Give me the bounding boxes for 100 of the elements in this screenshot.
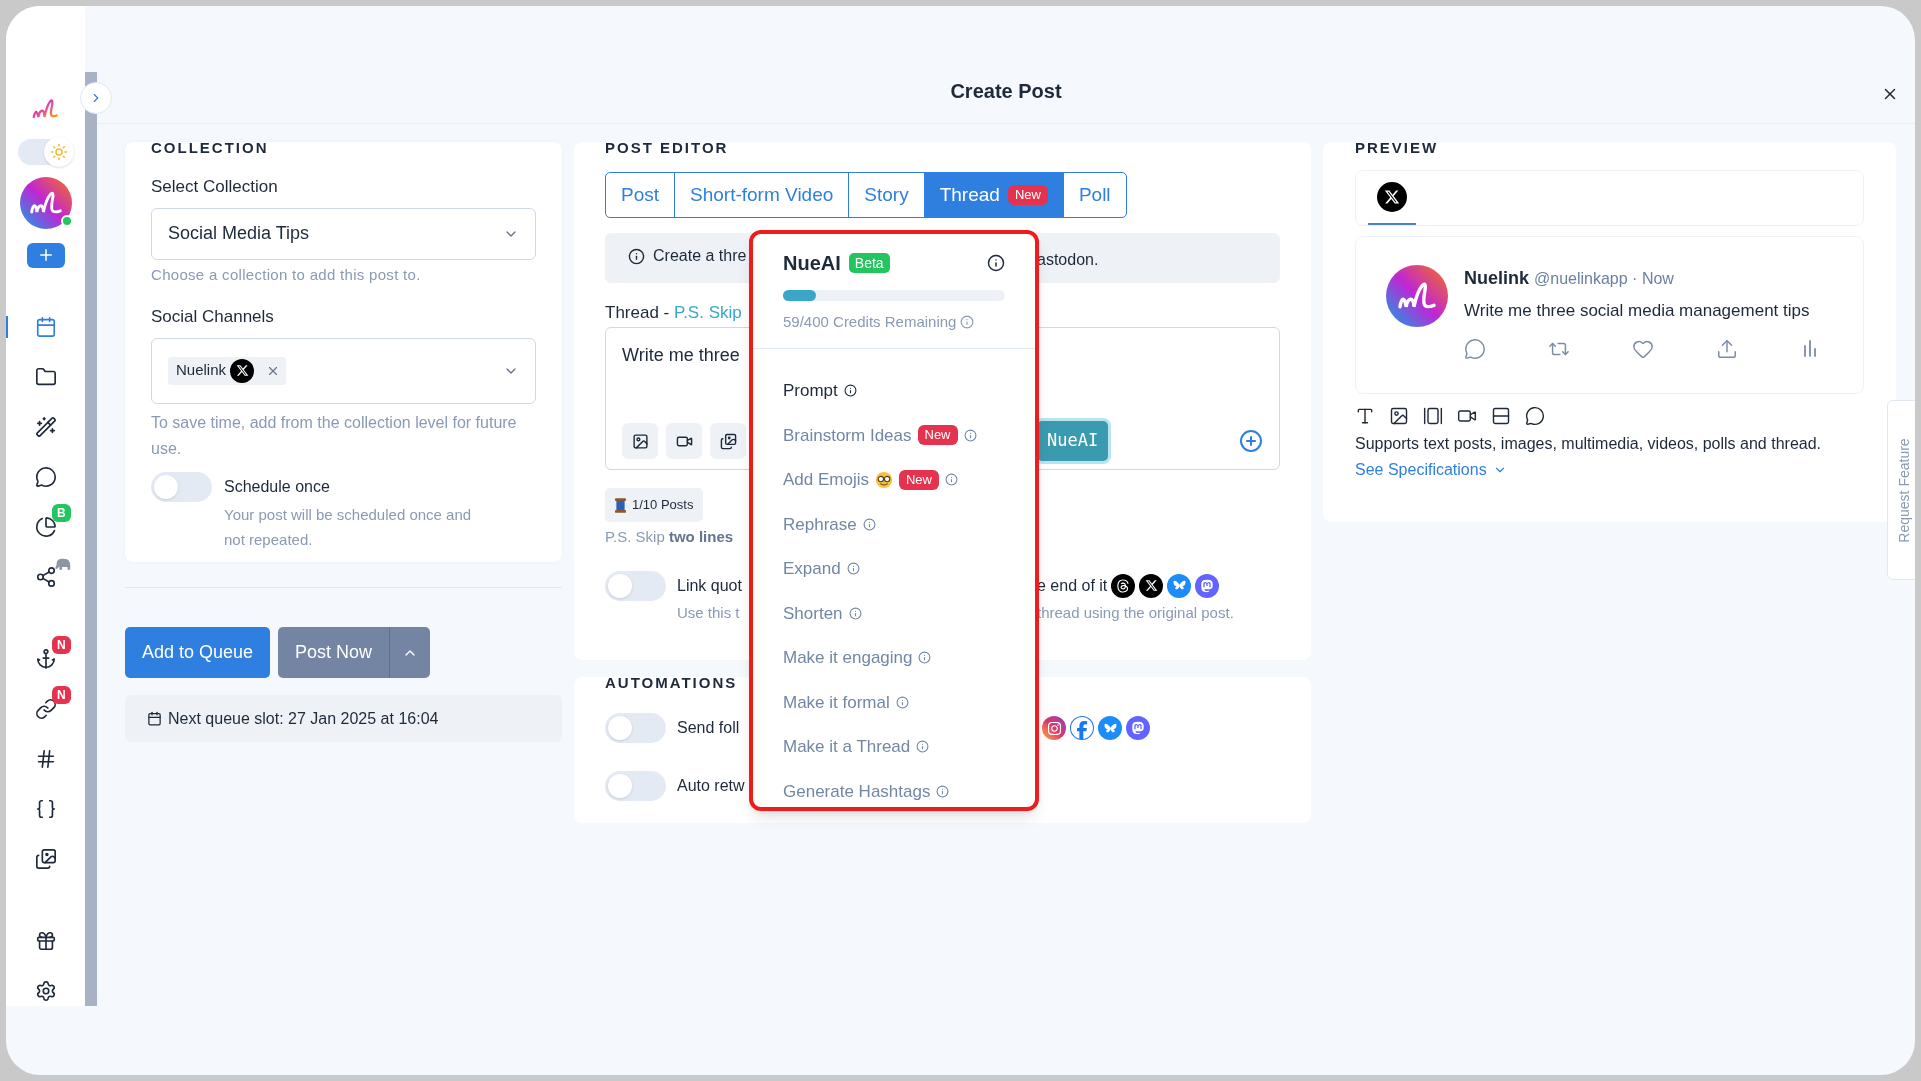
request-feature-tab[interactable]: Request Feature	[1887, 400, 1915, 580]
info-text: astodon.	[1037, 249, 1099, 270]
sidebar-icon	[34, 316, 57, 338]
media-icon	[631, 432, 649, 450]
post-type-tab[interactable]: Post	[605, 172, 676, 218]
post-type-tab[interactable]: Poll	[1062, 172, 1127, 218]
calendar-icon	[147, 711, 162, 726]
toggle-description: Use this t	[677, 603, 740, 621]
butterfly-icon	[1098, 716, 1122, 740]
toggle-label: Auto retw	[677, 777, 745, 794]
specifications-link[interactable]: See Specifications	[1355, 458, 1487, 482]
sidebar-badge: N	[52, 686, 71, 704]
field-hint: Choose a collection to add this post to.	[151, 264, 422, 285]
info-icon[interactable]	[987, 254, 1005, 272]
sidebar-icon	[34, 566, 57, 588]
next-slot-text: Next queue slot: 27 Jan 2025 at 16:04	[168, 708, 439, 729]
channels-select[interactable]: Nuelink	[151, 337, 536, 404]
sidebar-icon	[34, 798, 57, 820]
media-button[interactable]	[710, 423, 746, 459]
menu-item[interactable]: Rephrase	[779, 502, 1009, 547]
menu-item[interactable]: Generate Hashtags	[779, 769, 1009, 814]
info-icon	[960, 315, 975, 330]
format-icon	[1491, 406, 1511, 426]
x-logo-icon	[1377, 182, 1407, 212]
chip-label: Nuelink	[176, 360, 227, 381]
media-button[interactable]	[666, 423, 702, 459]
toggle-switch[interactable]	[605, 713, 666, 743]
post-type-tab[interactable]: Thread New	[923, 172, 1064, 218]
menu-item[interactable]: Make it formal	[779, 680, 1009, 725]
collection-select[interactable]: Social Media Tips	[151, 207, 536, 260]
menu-item[interactable]: Expand	[779, 546, 1009, 591]
format-icon	[1525, 406, 1545, 426]
menu-item[interactable]: Shorten	[779, 591, 1009, 636]
skip-link[interactable]: P.S. Skip	[674, 303, 742, 323]
butterfly-icon	[1167, 573, 1192, 598]
sidebar-icon	[34, 416, 57, 438]
new-badge: New	[899, 469, 939, 490]
add-post-icon[interactable]	[1239, 429, 1263, 453]
toggle-description: Your post will be scheduled once and not repeated.	[224, 504, 473, 550]
info-icon	[916, 740, 930, 754]
info-icon	[628, 247, 645, 265]
post-type-tab[interactable]: Story	[848, 172, 925, 218]
section-heading: POST EDITOR	[605, 140, 730, 156]
sidebar-icon	[34, 516, 57, 538]
new-post-button[interactable]	[26, 242, 65, 268]
x-logo-icon	[230, 358, 255, 383]
toggle-label: Schedule once	[224, 476, 331, 497]
info-icon	[963, 428, 977, 442]
post-now-button[interactable]: Post Now	[278, 627, 391, 678]
section-heading: AUTOMATIONS	[605, 675, 738, 691]
theme-toggle[interactable]	[17, 138, 74, 165]
info-icon	[895, 695, 909, 709]
info-icon	[862, 517, 876, 531]
menu-item[interactable]: Make it a Thread	[779, 724, 1009, 769]
menu-item[interactable]: Make it engaging	[779, 635, 1009, 680]
add-to-queue-button[interactable]: Add to Queue	[125, 627, 271, 678]
info-icon	[918, 651, 932, 665]
menu-title: NueAI	[783, 251, 841, 276]
sidebar-icon	[34, 366, 57, 388]
field-hint: To save time, add from the collection level for future use.	[151, 412, 518, 459]
sidebar-icon	[34, 848, 57, 870]
mastodon-icon	[1126, 716, 1150, 740]
share-icon[interactable]	[1716, 337, 1738, 360]
toggle-switch[interactable]	[605, 771, 666, 801]
field-label: Social Channels	[151, 306, 275, 328]
field-label: Select Collection	[151, 176, 279, 198]
media-button[interactable]	[622, 423, 658, 459]
tweet-handle: @nuelinkapp · Now	[1534, 269, 1674, 289]
info-text: Create a thre	[653, 246, 747, 267]
sidebar-icon	[34, 980, 57, 1002]
toggle-switch[interactable]	[151, 471, 212, 502]
tweet-author: Nuelink	[1464, 267, 1529, 290]
toggle-label: Link quot	[677, 576, 742, 594]
profile-avatar	[19, 176, 72, 229]
reply-icon[interactable]	[1464, 337, 1486, 360]
info-icon	[848, 606, 862, 620]
beta-badge: Beta	[848, 253, 890, 273]
facebook-icon	[1070, 716, 1094, 740]
format-icon	[1423, 406, 1443, 426]
sidebar-icon	[34, 930, 57, 952]
new-badge: New	[1007, 185, 1048, 205]
toggle-switch[interactable]	[605, 570, 666, 601]
post-options-button[interactable]	[390, 627, 431, 678]
menu-item[interactable]: Prompt	[779, 368, 1009, 413]
post-type-tab[interactable]: Short-form Video	[674, 172, 850, 218]
info-icon	[843, 384, 857, 398]
nueai-button[interactable]: NueAI	[1037, 421, 1109, 461]
new-badge: New	[917, 425, 958, 446]
section-heading: PREVIEW	[1355, 140, 1440, 156]
posts-count-badge: 1/10 Posts	[605, 488, 704, 522]
window-title: Create Post	[950, 79, 1062, 104]
spool-icon	[615, 497, 626, 513]
mastodon-icon	[1195, 573, 1220, 598]
threads-icon	[1111, 573, 1136, 598]
section-heading: COLLECTION	[151, 140, 270, 156]
menu-item[interactable]: Brainstorm Ideas New	[779, 413, 1009, 458]
info-icon	[936, 784, 950, 798]
tweet-text: Write me three social media management tips	[1464, 300, 1811, 322]
sidebar-badge: N	[52, 636, 71, 654]
info-icon	[945, 473, 958, 487]
